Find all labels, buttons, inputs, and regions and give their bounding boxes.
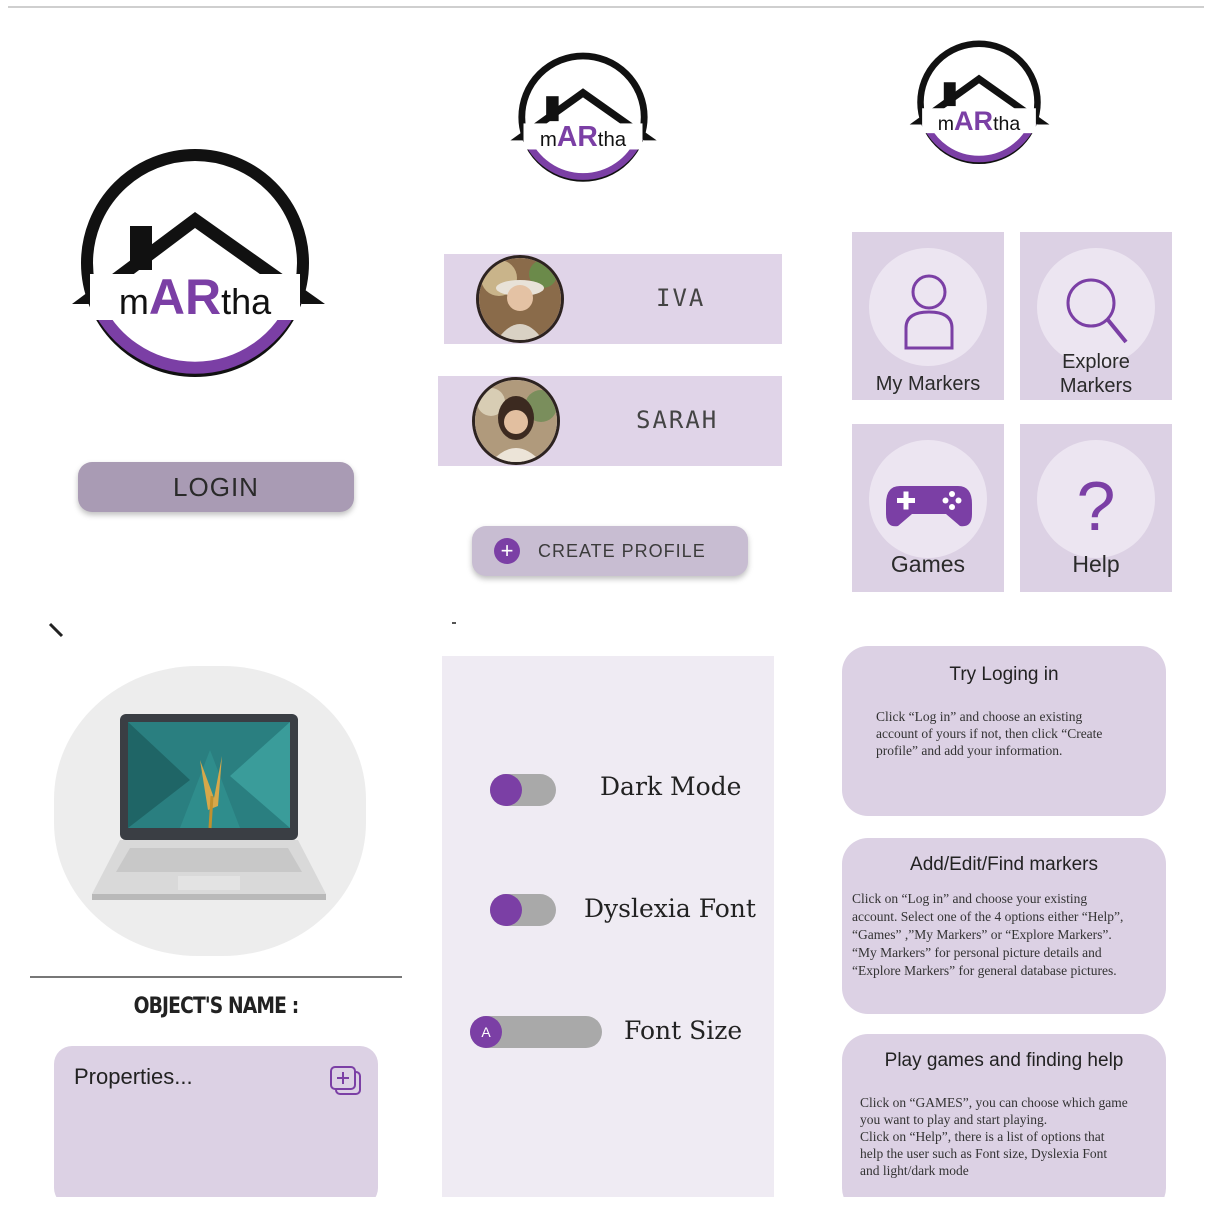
help-card-line: and light/dark mode bbox=[860, 1163, 969, 1178]
help-card-games: Play games and finding help Click on “GA… bbox=[842, 1034, 1166, 1197]
help-card-line: profile” and add your information. bbox=[876, 743, 1063, 758]
help-card-login: Try Loging in Click “Log in” and choose … bbox=[842, 646, 1166, 816]
login-button[interactable]: LOGIN bbox=[78, 462, 354, 512]
help-card-title: Play games and finding help bbox=[884, 1050, 1124, 1071]
tile-label: My Markers bbox=[875, 373, 981, 395]
help-card-line: Click “Log in” and choose an existing bbox=[876, 709, 1083, 724]
top-divider bbox=[8, 6, 1204, 8]
avatar bbox=[472, 377, 560, 465]
question-mark-icon: ? bbox=[1076, 467, 1116, 545]
help-card-line: “My Markers” for personal picture detail… bbox=[852, 945, 1102, 960]
help-card-line: Click on “GAMES”, you can choose which g… bbox=[860, 1095, 1128, 1110]
magnifier-icon bbox=[1066, 278, 1128, 344]
help-card-line: “Explore Markers” for general database p… bbox=[852, 963, 1117, 978]
profile-row-iva[interactable]: IVA bbox=[444, 254, 782, 344]
person-icon bbox=[904, 274, 954, 350]
create-profile-label: CREATE PROFILE bbox=[538, 540, 706, 561]
object-details-screen: OBJECT'S NAME : Properties... bbox=[30, 622, 402, 1197]
help-card-line: “Games” ,”My Markers” or “Explore Marker… bbox=[852, 927, 1112, 942]
back-arrow-icon[interactable] bbox=[48, 622, 68, 638]
help-card-markers: Add/Edit/Find markers Click on “Log in” … bbox=[842, 838, 1166, 1014]
dark-mode-toggle[interactable] bbox=[490, 774, 556, 806]
martha-logo: mARtha bbox=[70, 148, 370, 388]
divider bbox=[30, 976, 402, 978]
tile-help[interactable]: ? Help bbox=[1020, 424, 1172, 592]
toggle-knob bbox=[490, 774, 522, 806]
tile-label: Help bbox=[1072, 551, 1120, 577]
tile-label: Markers bbox=[1059, 375, 1133, 397]
settings-panel: Dark Mode Dyslexia Font A Font Size bbox=[442, 656, 774, 1197]
properties-label: Properties... bbox=[74, 1064, 193, 1089]
help-card-line: Click on “Help”, there is a list of opti… bbox=[860, 1129, 1105, 1144]
profile-select-screen: mARtha IVA SARAH + CREATE PROFILE bbox=[424, 30, 796, 600]
status-dot bbox=[452, 622, 456, 624]
help-card-line: account. Select one of the 4 options eit… bbox=[852, 909, 1124, 924]
help-card-line: help the user such as Font size, Dyslexi… bbox=[860, 1146, 1108, 1161]
properties-panel: Properties... bbox=[54, 1046, 378, 1197]
laptop-image bbox=[92, 714, 326, 900]
tile-my-markers[interactable]: My Markers bbox=[852, 232, 1004, 400]
dark-mode-label: Dark Mode bbox=[600, 772, 742, 801]
create-profile-button[interactable]: + CREATE PROFILE bbox=[472, 526, 748, 576]
profile-name: IVA bbox=[656, 284, 706, 312]
gamepad-icon bbox=[886, 486, 972, 527]
help-card-line: you want to play and start playing. bbox=[860, 1112, 1048, 1127]
avatar bbox=[476, 255, 564, 343]
plus-icon: + bbox=[494, 538, 520, 564]
help-card-line: account of yours if not, then click “Cre… bbox=[876, 726, 1103, 741]
login-screen: mARtha LOGIN bbox=[30, 30, 402, 600]
settings-screen: Dark Mode Dyslexia Font A Font Size bbox=[424, 622, 796, 1197]
tile-label: Games bbox=[890, 551, 966, 577]
main-menu-screen: mARtha My Markers Explore Markers Games … bbox=[818, 30, 1190, 600]
martha-logo: mARtha bbox=[894, 40, 1064, 170]
object-name-heading: OBJECT'S NAME : bbox=[133, 994, 300, 1019]
help-card-line: Click on “Log in” and choose your existi… bbox=[852, 891, 1088, 906]
font-size-slider[interactable]: A bbox=[470, 1016, 602, 1048]
font-size-label: Font Size bbox=[624, 1016, 743, 1045]
help-card-title: Try Loging in bbox=[949, 664, 1059, 685]
tile-label: Explore bbox=[1062, 351, 1130, 373]
font-size-knob[interactable]: A bbox=[470, 1016, 502, 1048]
add-stack-icon[interactable] bbox=[328, 1064, 364, 1096]
dyslexia-font-toggle[interactable] bbox=[490, 894, 556, 926]
profile-row-sarah[interactable]: SARAH bbox=[438, 376, 782, 466]
tile-games[interactable]: Games bbox=[852, 424, 1004, 592]
dyslexia-font-label: Dyslexia Font bbox=[584, 894, 756, 923]
help-screen: Try Loging in Click “Log in” and choose … bbox=[818, 622, 1190, 1197]
profile-name: SARAH bbox=[636, 406, 719, 434]
help-card-title: Add/Edit/Find markers bbox=[910, 854, 1098, 875]
toggle-knob bbox=[490, 894, 522, 926]
tile-explore-markers[interactable]: Explore Markers bbox=[1020, 232, 1172, 400]
martha-logo: mARtha bbox=[498, 50, 668, 190]
